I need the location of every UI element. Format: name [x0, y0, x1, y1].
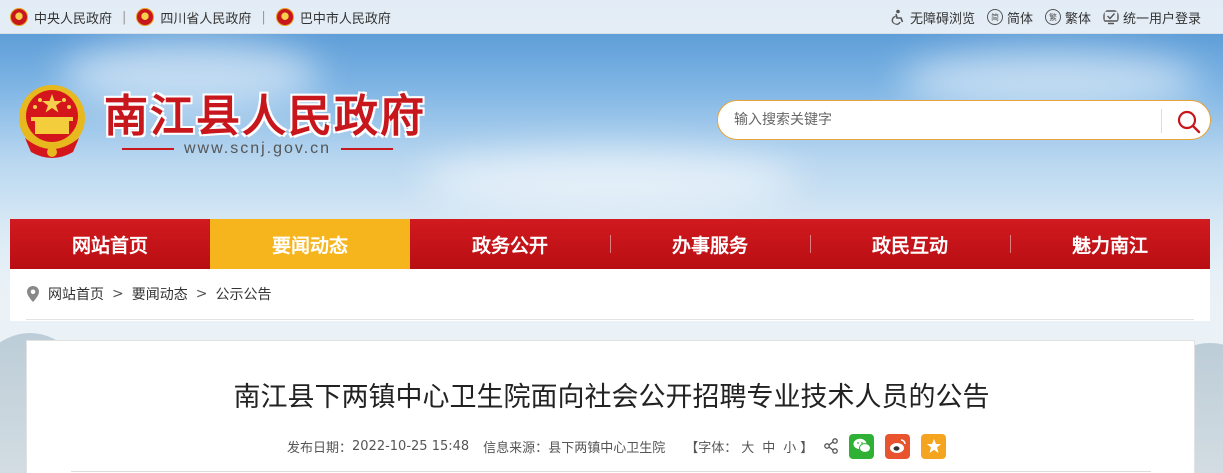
info-source: 县下两镇中心卫生院	[548, 440, 666, 456]
national-emblem-icon	[275, 8, 294, 26]
weibo-icon	[889, 439, 906, 453]
decorative-line	[122, 148, 174, 150]
national-emblem-icon	[136, 8, 155, 26]
article-panel: 南江县下两镇中心卫生院面向社会公开招聘专业技术人员的公告 发布日期： 2022-…	[26, 340, 1195, 473]
location-pin-icon	[27, 286, 39, 302]
share-icon	[824, 438, 839, 454]
breadcrumb-home[interactable]: 网站首页	[48, 284, 104, 304]
search-input[interactable]	[734, 101, 1154, 139]
article-meta: 发布日期： 2022-10-25 15:48 信息来源： 县下两镇中心卫生院 【…	[287, 431, 947, 461]
breadcrumb: 网站首页 > 要闻动态 > 公示公告	[26, 269, 1194, 320]
source-label: 信息来源：	[483, 440, 549, 456]
wechat-icon	[853, 438, 871, 453]
date-label: 发布日期：	[287, 440, 353, 456]
site-url: www.scnj.gov.cn	[184, 140, 332, 157]
site-url-row: www.scnj.gov.cn	[122, 140, 394, 158]
nav-item-news[interactable]: 要闻动态	[210, 219, 410, 269]
top-bar: 中央人民政府 | 四川省人民政府 | 巴中市人民政府 无障碍浏览 简 简体 繁	[0, 0, 1223, 34]
national-emblem-icon	[10, 8, 28, 26]
nav-item-home[interactable]: 网站首页	[10, 219, 210, 269]
link-divider: |	[122, 9, 127, 25]
breadcrumb-news[interactable]: 要闻动态	[132, 284, 188, 304]
accessible-browse-button[interactable]: 无障碍浏览	[890, 8, 975, 27]
simplified-icon: 简	[986, 9, 1003, 25]
top-tools: 无障碍浏览 简 简体 繁 繁体 统一用户登录	[878, 0, 1201, 34]
favorite-button[interactable]	[921, 433, 947, 459]
search-box	[717, 100, 1211, 140]
font-size-small[interactable]: 小	[783, 437, 796, 456]
accessibility-icon	[891, 9, 904, 25]
breadcrumb-notices[interactable]: 公示公告	[215, 284, 271, 304]
decorative-line	[341, 148, 394, 150]
breadcrumb-separator: >	[195, 286, 208, 302]
font-size-close: 】	[800, 440, 814, 456]
background-cloud	[420, 150, 800, 210]
national-emblem-icon[interactable]	[11, 80, 93, 162]
favorite-icon	[926, 439, 941, 453]
link-sichuan-government[interactable]: 四川省人民政府	[136, 8, 251, 27]
traditional-icon: 繁	[1044, 9, 1061, 25]
government-links: 中央人民政府 | 四川省人民政府 | 巴中市人民政府	[10, 0, 391, 34]
link-central-government[interactable]: 中央人民政府	[10, 8, 112, 27]
search-icon[interactable]	[1176, 109, 1202, 135]
search-divider	[1161, 109, 1162, 133]
nav-item-charm-nanjiang[interactable]: 魅力南江	[1010, 219, 1210, 269]
publish-date: 2022-10-25 15:48	[352, 438, 470, 454]
unified-login-button[interactable]: 统一用户登录	[1103, 8, 1201, 27]
nav-item-services[interactable]: 办事服务	[610, 219, 810, 269]
traditional-chinese-button[interactable]: 繁 繁体	[1044, 8, 1091, 27]
simplified-chinese-button[interactable]: 简 简体	[986, 8, 1033, 27]
nav-item-interaction[interactable]: 政民互动	[810, 219, 1010, 269]
main-nav: 网站首页 要闻动态 政务公开 办事服务 政民互动 魅力南江	[10, 219, 1210, 269]
nav-item-government-affairs[interactable]: 政务公开	[410, 219, 610, 269]
wechat-share-button[interactable]	[849, 433, 875, 459]
login-icon	[1103, 10, 1119, 25]
breadcrumb-separator: >	[112, 286, 124, 302]
link-bazhong-government[interactable]: 巴中市人民政府	[275, 8, 391, 27]
font-size-medium[interactable]: 中	[762, 437, 775, 456]
weibo-share-button[interactable]	[885, 433, 911, 459]
font-size-open: 【字体：	[685, 440, 738, 456]
meta-divider	[71, 471, 1151, 472]
link-divider: |	[261, 9, 266, 25]
site-title[interactable]: 南江县人民政府	[104, 80, 426, 144]
article-title: 南江县下两镇中心卫生院面向社会公开招聘专业技术人员的公告	[233, 382, 990, 413]
font-size-large[interactable]: 大	[741, 437, 754, 456]
breadcrumb-bar: 网站首页 > 要闻动态 > 公示公告	[10, 269, 1210, 321]
